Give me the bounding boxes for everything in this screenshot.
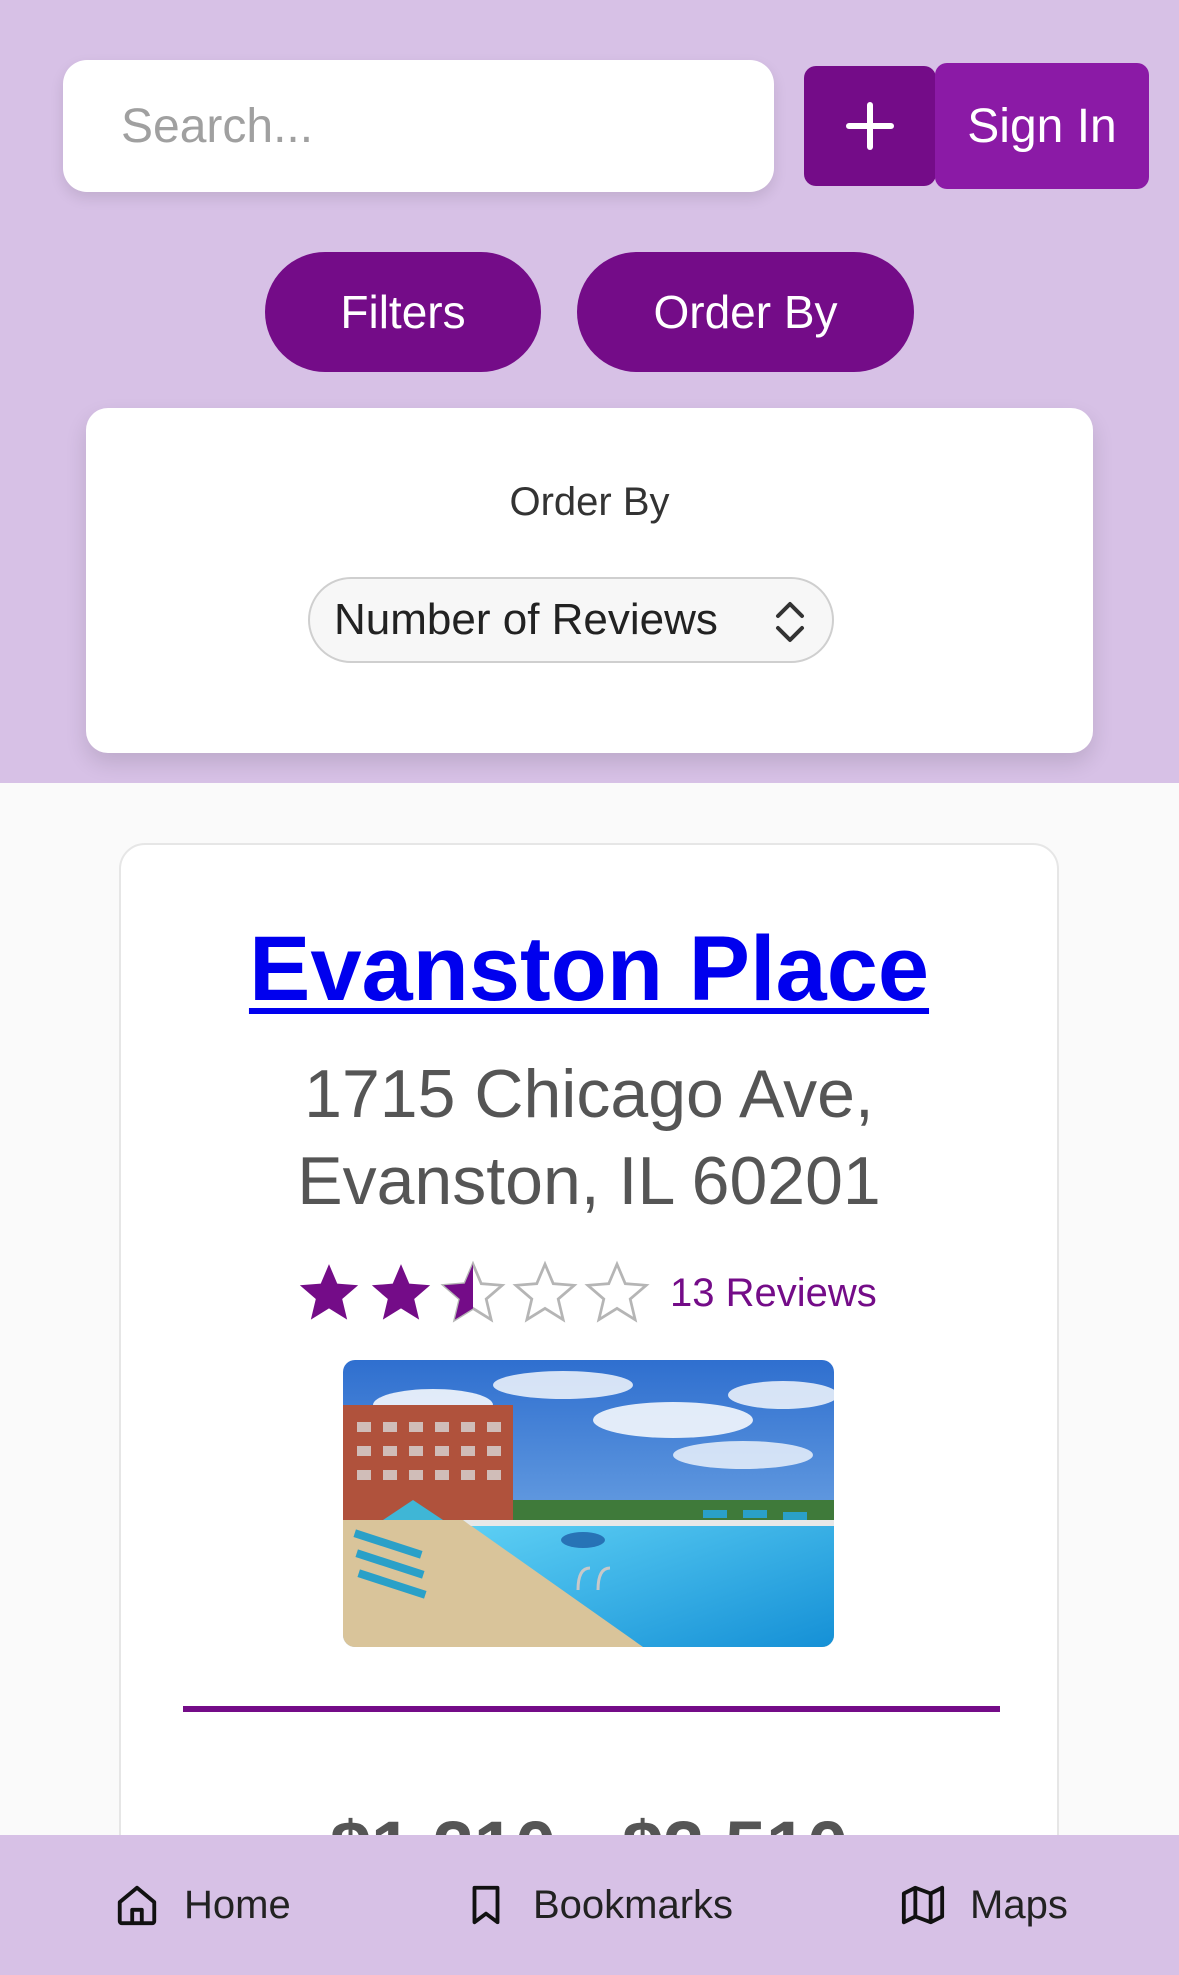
star-full-icon	[371, 1264, 431, 1320]
map-icon	[901, 1885, 945, 1925]
search-input[interactable]	[121, 98, 721, 154]
nav-bookmarks-label: Bookmarks	[533, 1882, 734, 1927]
search-bar[interactable]	[63, 60, 774, 192]
star-empty-icon	[512, 1260, 578, 1323]
order-by-selected-value: Number of Reviews	[334, 595, 718, 644]
nav-maps[interactable]: Maps	[900, 1835, 1068, 1975]
listing-address-line1: 1715 Chicago Ave,	[304, 1056, 874, 1132]
order-by-title: Order By	[509, 480, 670, 524]
reviews-count-link[interactable]: 13 Reviews	[670, 1271, 877, 1316]
listing-card: Evanston Place 1715 Chicago Ave, Evansto…	[119, 843, 1059, 1975]
nav-home[interactable]: Home	[114, 1835, 291, 1975]
nav-bookmarks[interactable]: Bookmarks	[463, 1835, 733, 1975]
header: Sign In Filters Order By Order By Number…	[0, 0, 1179, 783]
sign-in-button[interactable]: Sign In	[935, 63, 1149, 189]
bookmark-icon	[472, 1885, 500, 1925]
home-icon	[117, 1885, 157, 1926]
star-full-icon	[299, 1264, 359, 1320]
order-by-button[interactable]: Order By	[577, 252, 914, 372]
listing-title-link[interactable]: Evanston Place	[121, 917, 1057, 1022]
star-half-icon	[440, 1260, 506, 1323]
filters-button[interactable]: Filters	[265, 252, 541, 372]
card-divider	[183, 1706, 1000, 1712]
order-by-select[interactable]: Number of Reviews	[308, 577, 834, 663]
order-by-panel: Order By Number of Reviews	[86, 408, 1093, 753]
add-button[interactable]	[804, 66, 936, 186]
listing-address-line2: Evanston, IL 60201	[297, 1143, 881, 1219]
pool-photo-illustration	[343, 1360, 834, 1647]
chevron-up-down-icon	[776, 602, 804, 642]
plus-icon	[846, 102, 894, 150]
nav-maps-label: Maps	[970, 1882, 1068, 1927]
bottom-nav: Home Bookmarks Maps	[0, 1835, 1179, 1975]
nav-home-label: Home	[184, 1882, 291, 1927]
listing-photo[interactable]	[343, 1360, 834, 1647]
star-empty-icon	[584, 1260, 650, 1323]
rating-row: 13 Reviews	[296, 1260, 877, 1326]
